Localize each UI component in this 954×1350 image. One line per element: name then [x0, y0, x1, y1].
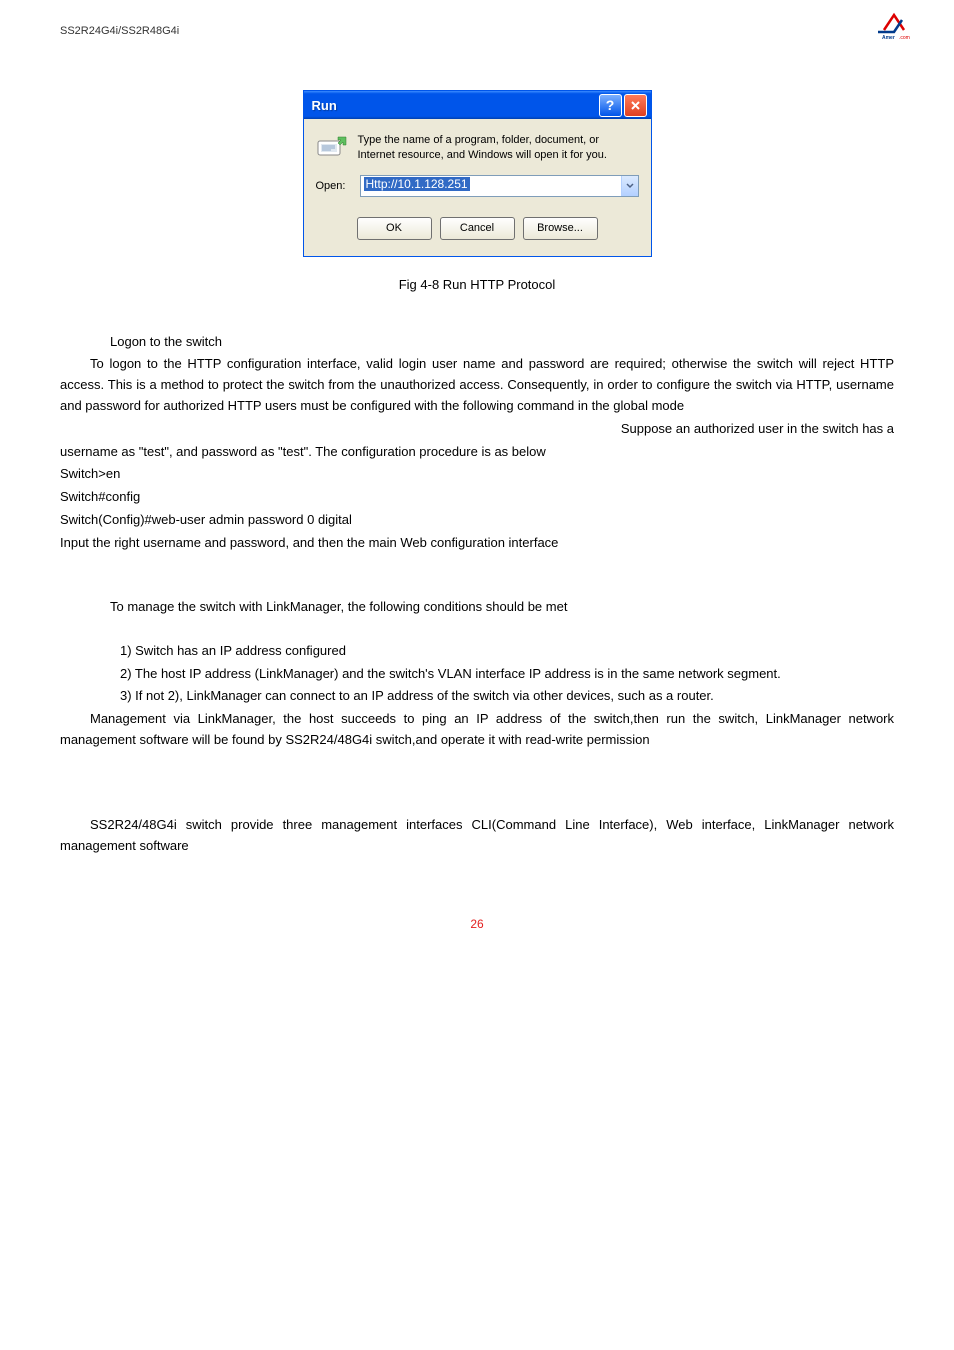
- paragraph: username as "test", and password as "tes…: [60, 442, 894, 463]
- amer-logo: Amer .com: [874, 10, 914, 45]
- run-icon: [316, 133, 348, 161]
- header-model: SS2R24G4i/SS2R48G4i: [60, 25, 179, 37]
- open-label: Open:: [316, 180, 350, 192]
- close-button[interactable]: [624, 94, 647, 117]
- command-line: Switch>en: [60, 464, 894, 485]
- open-input[interactable]: Http://10.1.128.251: [360, 175, 639, 197]
- list-item: 3) If not 2), LinkManager can connect to…: [60, 686, 894, 707]
- svg-text:Amer: Amer: [882, 35, 895, 40]
- ok-button[interactable]: OK: [357, 217, 432, 240]
- paragraph: To manage the switch with LinkManager, t…: [60, 597, 894, 618]
- open-input-text: Http://10.1.128.251: [361, 176, 621, 196]
- run-dialog: Run ?: [303, 90, 652, 257]
- command-line: Switch(Config)#web-user admin password 0…: [60, 510, 894, 531]
- dialog-titlebar: Run ?: [304, 91, 651, 119]
- svg-text:.com: .com: [899, 35, 910, 40]
- command-line: Switch#config: [60, 487, 894, 508]
- browse-button[interactable]: Browse...: [523, 217, 598, 240]
- help-button[interactable]: ?: [599, 94, 622, 117]
- cancel-button[interactable]: Cancel: [440, 217, 515, 240]
- logon-heading: Logon to the switch: [60, 332, 894, 353]
- figure-caption: Fig 4-8 Run HTTP Protocol: [60, 277, 894, 292]
- paragraph: Input the right username and password, a…: [60, 533, 894, 554]
- dropdown-arrow-icon[interactable]: [621, 176, 638, 196]
- list-item: 2) The host IP address (LinkManager) and…: [60, 664, 894, 685]
- list-item: 1) Switch has an IP address configured: [60, 641, 894, 662]
- page-number: 26: [60, 917, 894, 931]
- paragraph: Suppose an authorized user in the switch…: [60, 419, 894, 440]
- paragraph: To logon to the HTTP configuration inter…: [60, 354, 894, 416]
- paragraph: SS2R24/48G4i switch provide three manage…: [60, 815, 894, 857]
- dialog-body: Type the name of a program, folder, docu…: [304, 119, 651, 256]
- dialog-description: Type the name of a program, folder, docu…: [358, 133, 639, 163]
- paragraph: Management via LinkManager, the host suc…: [60, 709, 894, 751]
- titlebar-buttons: ?: [599, 94, 647, 117]
- document-content: Logon to the switch To logon to the HTTP…: [60, 332, 894, 857]
- dialog-title: Run: [312, 98, 337, 113]
